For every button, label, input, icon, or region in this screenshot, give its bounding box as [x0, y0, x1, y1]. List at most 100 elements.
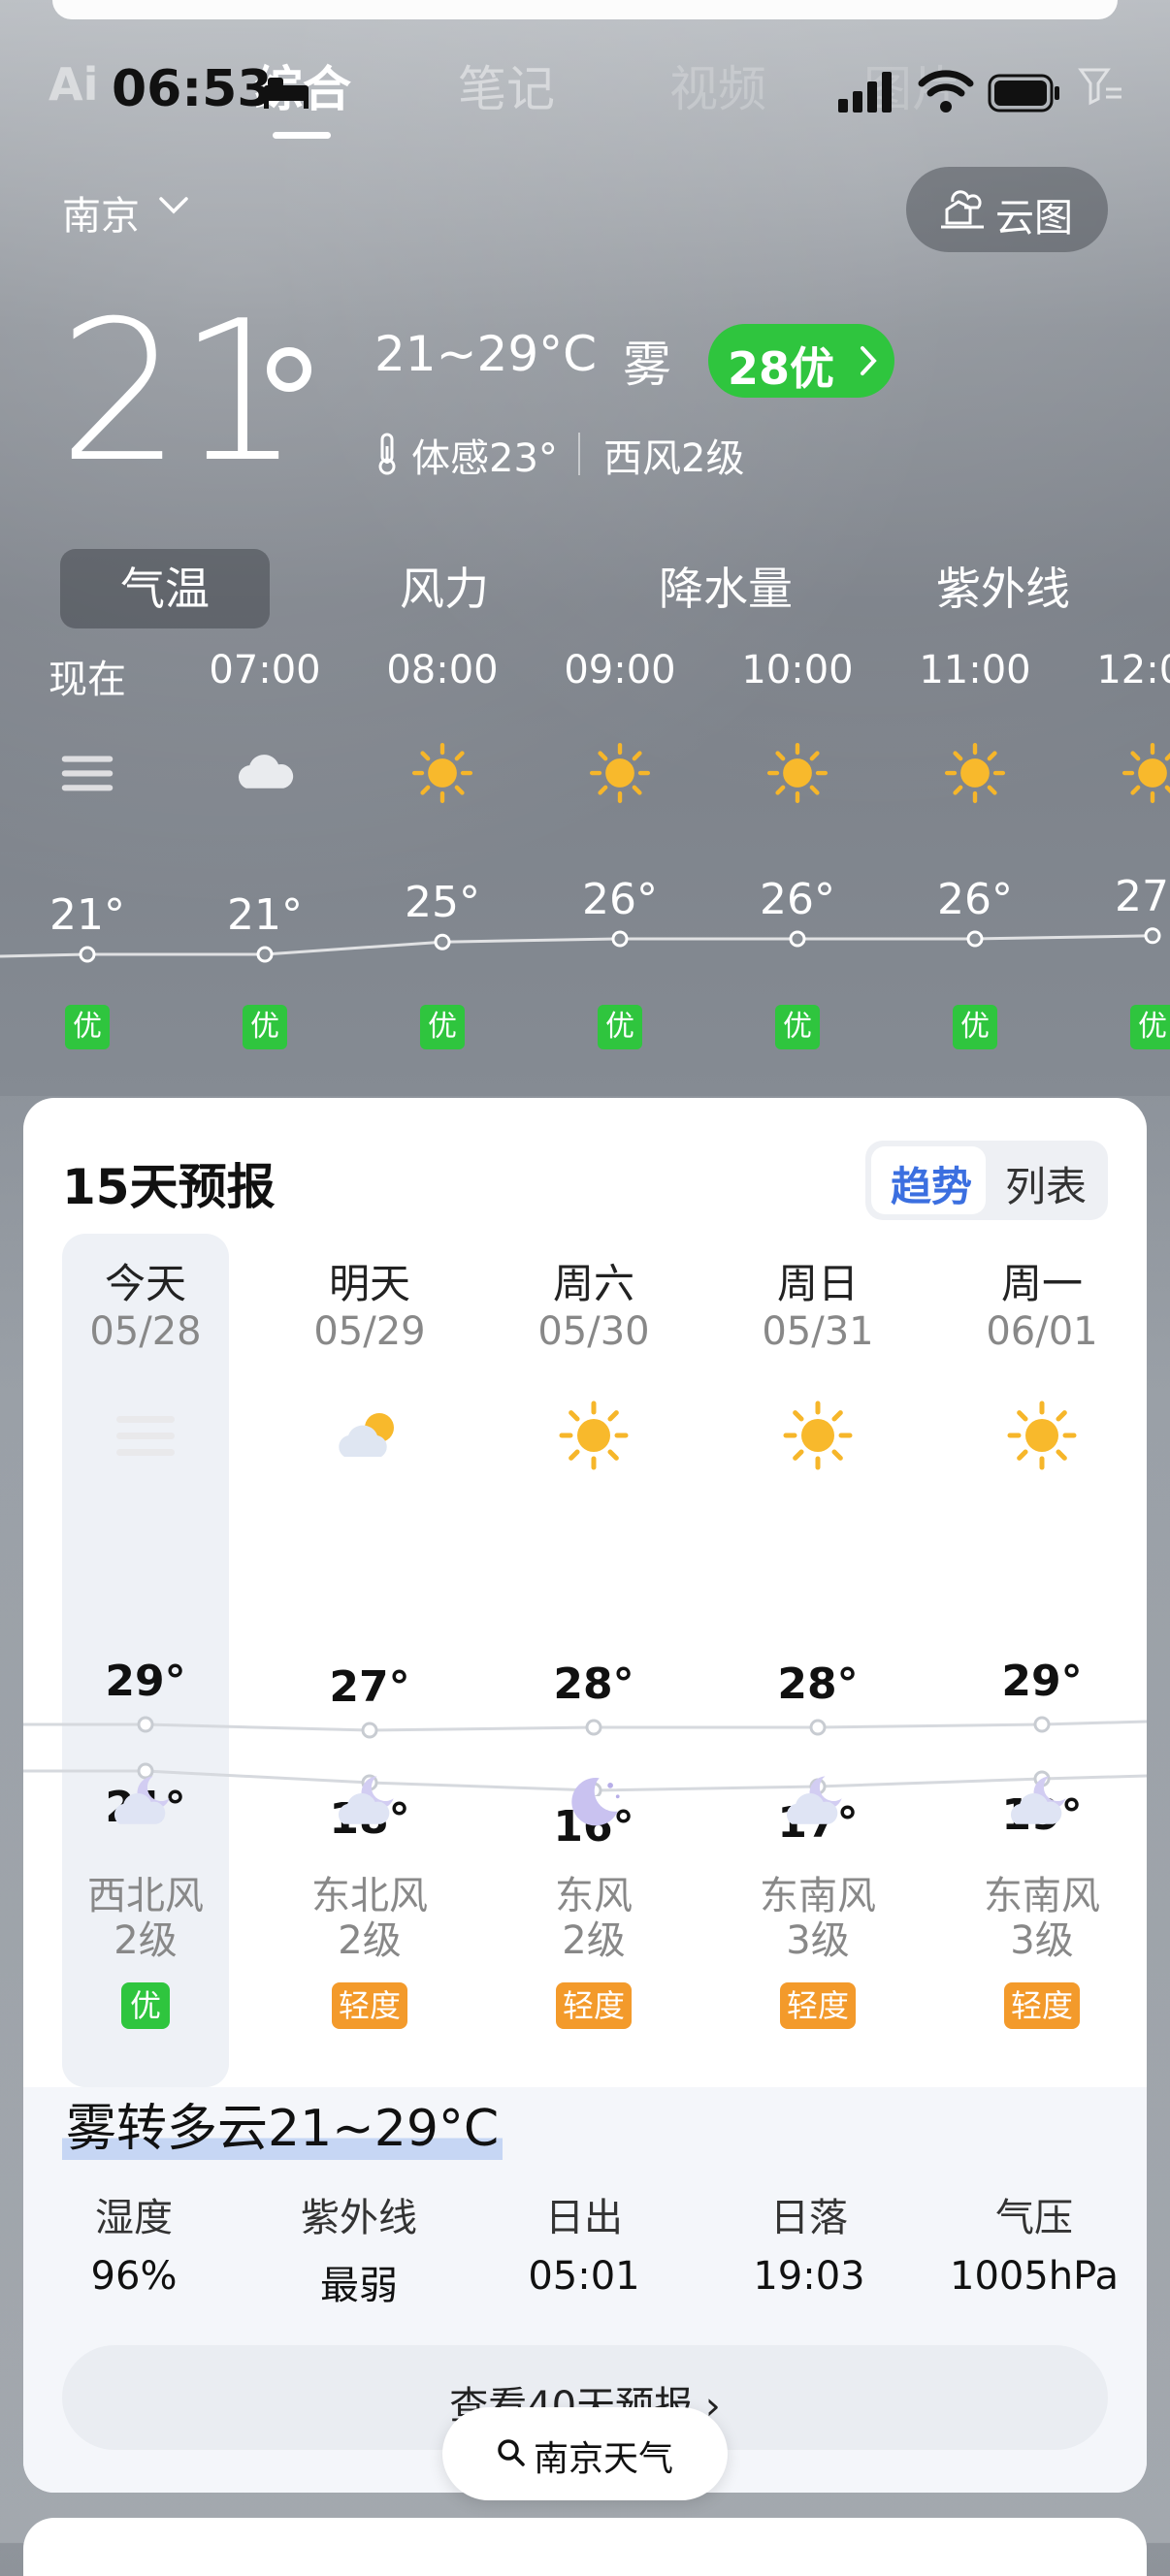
day-icon-wrap [555, 1397, 633, 1474]
day-name: 周六 [552, 1260, 634, 1307]
sun-icon [1121, 742, 1170, 804]
tab-video[interactable]: 视频 [669, 50, 766, 120]
day-high-temp: 29° [105, 1657, 186, 1706]
stat-label: 湿度 [95, 2196, 173, 2240]
night-icon-wrap [781, 1765, 855, 1839]
wind-direction: 东南风 [984, 1874, 1100, 1918]
aqi-value: 28优 [728, 342, 835, 395]
night-icon-wrap [1005, 1765, 1079, 1839]
tab-temperature[interactable]: 气温 [60, 549, 270, 628]
sun-icon [944, 742, 1006, 804]
day-aqi-badge: 轻度 [1004, 1982, 1080, 2029]
hour-aqi-badge: 优 [775, 1005, 820, 1049]
day-name: 明天 [328, 1260, 410, 1307]
active-tab-indicator [273, 132, 331, 139]
day-name: 周日 [776, 1260, 859, 1307]
hour-time: 09:00 [564, 648, 676, 692]
hour-icon-wrap [53, 739, 121, 807]
cloudy-night-icon [1010, 1776, 1066, 1824]
day-date: 06/01 [986, 1309, 1098, 1354]
status-time: 06:53 [112, 60, 273, 118]
hourly-point [966, 930, 984, 948]
cloudy-night-icon [338, 1776, 394, 1824]
filter-icon[interactable] [1077, 64, 1123, 111]
toggle-trend[interactable]: 趋势 [891, 1154, 972, 1213]
stat-label: 紫外线 [301, 2196, 417, 2240]
stat-value: 05:01 [528, 2254, 640, 2299]
stat-label: 日出 [545, 2196, 623, 2240]
view-toggle[interactable]: 趋势 列表 [865, 1141, 1108, 1220]
high-temp-line-point [361, 1722, 378, 1739]
search-suggestion-pill[interactable]: 南京天气 [442, 2407, 728, 2500]
day-aqi-badge: 轻度 [780, 1982, 856, 2029]
cloud-map-icon [941, 190, 984, 229]
search-pill-label: 南京天气 [534, 2439, 674, 2479]
current-wind: 西风2级 [603, 436, 745, 481]
hour-icon-wrap [941, 739, 1009, 807]
hour-aqi-badge: 优 [243, 1005, 287, 1049]
tab-uv[interactable]: 紫外线 [898, 549, 1108, 628]
day-high-temp: 28° [553, 1659, 634, 1709]
high-temp-line [23, 1720, 1147, 1732]
hourly-point [434, 933, 451, 950]
high-temp-line-point [137, 1716, 154, 1733]
cloud-map-button[interactable]: 云图 [906, 167, 1108, 252]
sun-icon [411, 742, 473, 804]
cloudy-night-icon [786, 1776, 842, 1824]
day-aqi-badge: 轻度 [556, 1982, 632, 2029]
city-selector[interactable]: 南京 [62, 184, 140, 241]
sun-icon [559, 1401, 629, 1470]
day-date: 05/29 [313, 1309, 426, 1354]
hourly-point [789, 930, 806, 948]
hour-time: 10:00 [741, 648, 854, 692]
chevron-down-icon[interactable] [157, 194, 190, 217]
search-icon [498, 2439, 525, 2466]
degree-symbol [267, 347, 311, 392]
night-icon-wrap [333, 1765, 406, 1839]
day-name: 周一 [1000, 1260, 1083, 1307]
hour-aqi-badge: 优 [65, 1005, 110, 1049]
hourly-point [1144, 927, 1161, 945]
stat-value: 最弱 [320, 2264, 398, 2308]
hour-time: 11:00 [919, 648, 1031, 692]
wind-direction: 西北风 [87, 1874, 204, 1918]
stat-value: 96% [90, 2254, 178, 2299]
night-icon-wrap [557, 1765, 631, 1839]
current-condition: 雾 [623, 337, 671, 393]
hour-time: 12:00 [1096, 648, 1170, 692]
wind-direction: 东风 [555, 1874, 633, 1918]
hourly-point [611, 930, 629, 948]
cloudy-icon [238, 755, 294, 789]
stat-value: 1005hPa [950, 2254, 1119, 2299]
wifi-icon [918, 70, 974, 113]
day-high-temp: 28° [777, 1659, 859, 1709]
high-temp-line-point [1033, 1716, 1051, 1733]
wind-level: 3级 [1010, 1918, 1074, 1963]
tab-wind[interactable]: 风力 [340, 549, 549, 628]
night-icon-wrap [109, 1765, 182, 1839]
day-wind: 东南风 3级 [945, 1874, 1139, 1963]
partly-sunny-icon [339, 1413, 394, 1457]
day-date: 05/30 [537, 1309, 650, 1354]
aqi-badge[interactable]: 28优 [708, 324, 894, 398]
current-temperature: 21 [58, 279, 301, 505]
wind-level: 2级 [562, 1918, 626, 1963]
day-high-temp: 29° [1001, 1657, 1083, 1706]
tab-precipitation[interactable]: 降水量 [621, 549, 830, 628]
hour-time: 现在 [49, 658, 126, 702]
day-date: 05/31 [762, 1309, 874, 1354]
hourly-temperature-curve [0, 927, 1161, 963]
day-name: 今天 [104, 1260, 186, 1307]
hour-icon-wrap [586, 739, 654, 807]
hour-icon-wrap [764, 739, 831, 807]
day-high-temp: 27° [329, 1662, 410, 1712]
previous-card-edge [52, 0, 1118, 19]
wind-direction: 东北风 [311, 1874, 428, 1918]
hour-aqi-badge: 优 [598, 1005, 642, 1049]
sun-icon [783, 1401, 853, 1470]
tab-notes[interactable]: 笔记 [458, 50, 555, 120]
toggle-list[interactable]: 列表 [1005, 1154, 1087, 1213]
day-wind: 东南风 3级 [721, 1874, 915, 1963]
day-wind: 东北风 2级 [273, 1874, 467, 1963]
day-icon-wrap [779, 1397, 857, 1474]
